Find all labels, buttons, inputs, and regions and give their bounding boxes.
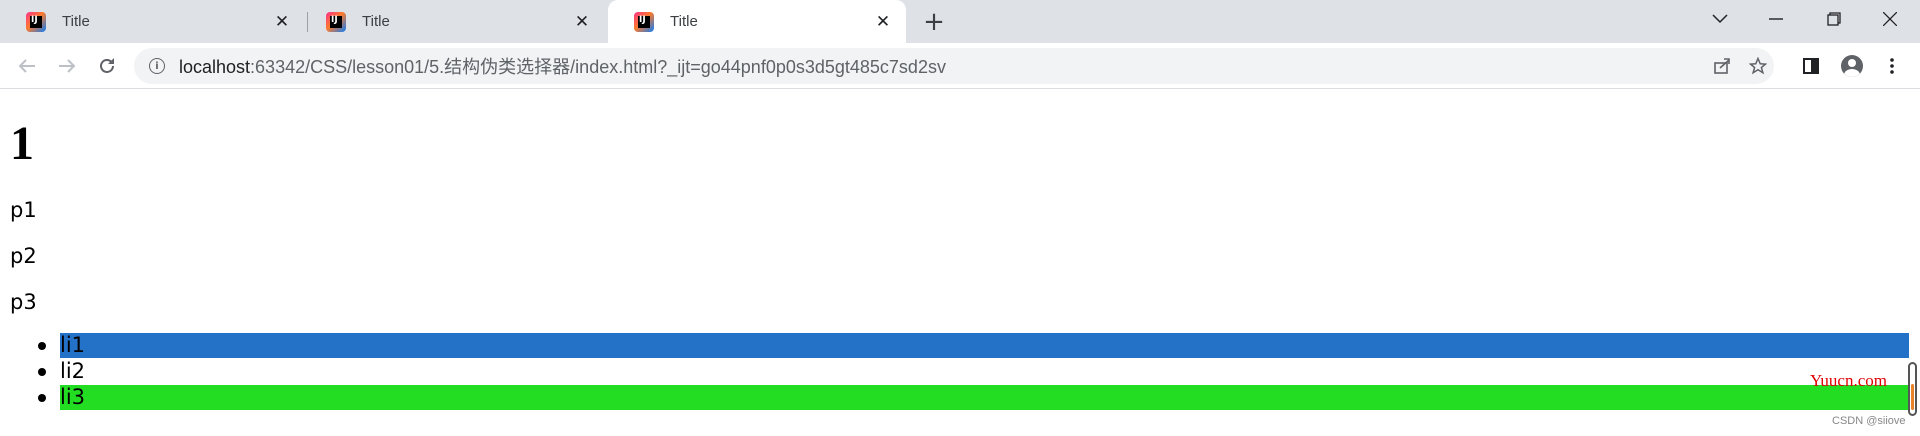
restore-icon[interactable] [1806, 0, 1862, 38]
tab-title: Title [362, 13, 390, 30]
close-icon[interactable]: ✕ [271, 11, 293, 33]
paragraph-2: p2 [10, 244, 37, 268]
list-item-label: li3 [60, 385, 1909, 410]
back-icon[interactable] [11, 50, 43, 82]
chevron-down-icon[interactable] [1692, 0, 1748, 38]
intellij-icon: IJ [634, 11, 654, 32]
window-close-icon[interactable] [1862, 0, 1918, 38]
share-icon[interactable] [1706, 48, 1738, 84]
avatar [1841, 55, 1863, 77]
forward-icon[interactable] [51, 50, 83, 82]
favicon-letter: IJ [31, 14, 38, 25]
close-icon[interactable]: ✕ [872, 11, 894, 33]
tab-strip: IJ Title ✕ IJ Title ✕ IJ Title ✕ + [0, 0, 1920, 43]
favicon-letter: IJ [331, 14, 338, 25]
intellij-icon: IJ [326, 11, 346, 32]
side-panel-icon[interactable] [1795, 50, 1827, 82]
list-item-label: li1 [60, 333, 1909, 358]
address-bar[interactable]: i localhost:63342/CSS/lesson01/5.结构伪类选择器… [134, 48, 1774, 84]
new-tab-icon[interactable]: + [920, 7, 948, 37]
bullet [38, 394, 46, 402]
info-icon[interactable]: i [149, 58, 165, 74]
tab-2[interactable]: IJ Title ✕ [300, 0, 605, 43]
bullet [38, 342, 46, 350]
close-icon[interactable]: ✕ [571, 11, 593, 33]
paragraph-1: p1 [10, 198, 37, 222]
url-path: :63342/CSS/lesson01/5.结构伪类选择器/index.html… [250, 57, 946, 77]
menu-icon[interactable] [1876, 50, 1908, 82]
intellij-icon: IJ [26, 11, 46, 32]
list-item-label: li2 [60, 359, 1909, 384]
bullet [38, 368, 46, 376]
paragraph-3: p3 [10, 290, 37, 314]
watermark: Yuucn.com [1810, 371, 1887, 390]
tab-1[interactable]: IJ Title ✕ [0, 0, 305, 43]
star-icon[interactable] [1742, 48, 1774, 84]
minimize-icon[interactable] [1748, 0, 1804, 38]
tab-3-active[interactable]: IJ Title ✕ [608, 0, 906, 43]
page-content: 1 p1 p2 p3 li1 li2 li3 Yuucn.com CSDN @s… [0, 89, 1920, 436]
reload-icon[interactable] [91, 50, 123, 82]
scrollbar[interactable] [1908, 362, 1917, 416]
favicon-letter: IJ [639, 14, 646, 25]
browser-toolbar: i localhost:63342/CSS/lesson01/5.结构伪类选择器… [0, 43, 1920, 89]
tab-title: Title [62, 13, 90, 30]
url-text[interactable]: localhost:63342/CSS/lesson01/5.结构伪类选择器/i… [179, 53, 946, 79]
credit-text: CSDN @siiove [1832, 415, 1906, 427]
profile-icon[interactable] [1836, 50, 1868, 82]
page-heading: 1 [10, 117, 34, 170]
url-host: localhost [179, 57, 251, 77]
tab-title: Title [670, 13, 698, 30]
